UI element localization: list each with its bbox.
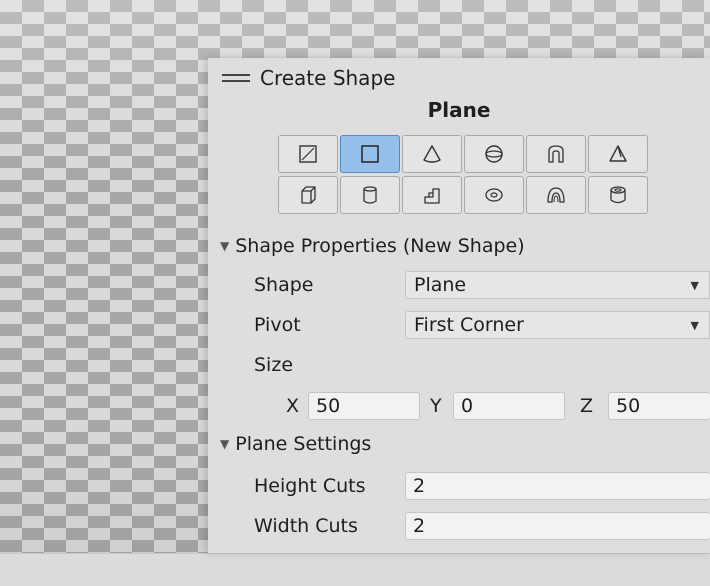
foldout-expanded-icon: ▼	[220, 437, 230, 451]
width-cuts-row: Width Cuts 2	[208, 511, 710, 541]
torus-icon	[485, 188, 503, 202]
height-cuts-field[interactable]: 2	[405, 472, 710, 500]
y-label[interactable]: Y	[430, 395, 442, 417]
chevron-down-icon: ▼	[690, 318, 699, 332]
shape-button-cube[interactable]	[278, 176, 338, 214]
shape-button-pipe[interactable]	[588, 176, 648, 214]
shape-button-cone[interactable]	[402, 135, 462, 173]
plane-icon	[361, 145, 379, 163]
shape-dropdown-value: Plane	[414, 274, 467, 296]
pivot-dropdown[interactable]: First Corner ▼	[405, 311, 710, 339]
width-cuts-label: Width Cuts	[254, 515, 358, 537]
plane-settings-foldout[interactable]: ▼ Plane Settings	[220, 433, 371, 455]
panel-title: Create Shape	[260, 66, 396, 90]
x-label[interactable]: X	[286, 395, 299, 417]
height-cuts-label: Height Cuts	[254, 475, 366, 497]
width-cuts-field[interactable]: 2	[405, 512, 710, 540]
bottom-bar	[0, 553, 710, 586]
pivot-dropdown-value: First Corner	[414, 314, 524, 336]
size-z-field[interactable]: 50	[608, 392, 710, 420]
stairs-icon	[424, 188, 440, 204]
selected-shape-name: Plane	[427, 98, 491, 122]
size-row: Size	[208, 350, 710, 380]
shape-button-plane[interactable]	[340, 135, 400, 173]
shape-row: Shape Plane ▼	[208, 270, 710, 300]
shape-label: Shape	[254, 274, 314, 296]
curved-stairs-icon	[547, 187, 565, 203]
create-shape-panel: Create Shape Plane ▼ Shape Properties (N…	[208, 58, 710, 553]
panel-header[interactable]: Create Shape	[208, 64, 395, 92]
size-x-field[interactable]: 50	[308, 392, 420, 420]
plane-settings-header: Plane Settings	[235, 433, 372, 455]
cylinder-icon	[363, 186, 377, 204]
shape-dropdown[interactable]: Plane ▼	[405, 271, 710, 299]
shape-button-curved-stairs[interactable]	[526, 176, 586, 214]
z-label[interactable]: Z	[580, 395, 593, 417]
sprite-icon	[299, 145, 317, 163]
shape-selector-grid	[278, 135, 648, 214]
shape-button-stairs[interactable]	[402, 176, 462, 214]
arch-icon	[548, 145, 564, 163]
prism-icon	[609, 145, 627, 162]
sphere-icon	[485, 145, 503, 163]
cube-icon	[301, 186, 316, 204]
size-y-field[interactable]: 0	[453, 392, 565, 420]
shape-button-sphere[interactable]	[464, 135, 524, 173]
shape-properties-header: Shape Properties (New Shape)	[235, 235, 525, 257]
drag-handle-icon[interactable]	[222, 70, 250, 86]
height-cuts-row: Height Cuts 2	[208, 471, 710, 501]
pivot-row: Pivot First Corner ▼	[208, 310, 710, 340]
shape-button-prism[interactable]	[588, 135, 648, 173]
foldout-expanded-icon: ▼	[220, 239, 230, 253]
pipe-icon	[610, 186, 626, 204]
shape-button-torus[interactable]	[464, 176, 524, 214]
chevron-down-icon: ▼	[690, 278, 699, 292]
shape-properties-foldout[interactable]: ▼ Shape Properties (New Shape)	[220, 235, 525, 257]
pivot-label: Pivot	[254, 314, 301, 336]
shape-button-sprite[interactable]	[278, 135, 338, 173]
size-vector-row: X 50 Y 0 Z 50	[208, 391, 710, 421]
size-label: Size	[254, 354, 294, 376]
cone-icon	[423, 145, 441, 163]
shape-button-cylinder[interactable]	[340, 176, 400, 214]
shape-button-arch[interactable]	[526, 135, 586, 173]
